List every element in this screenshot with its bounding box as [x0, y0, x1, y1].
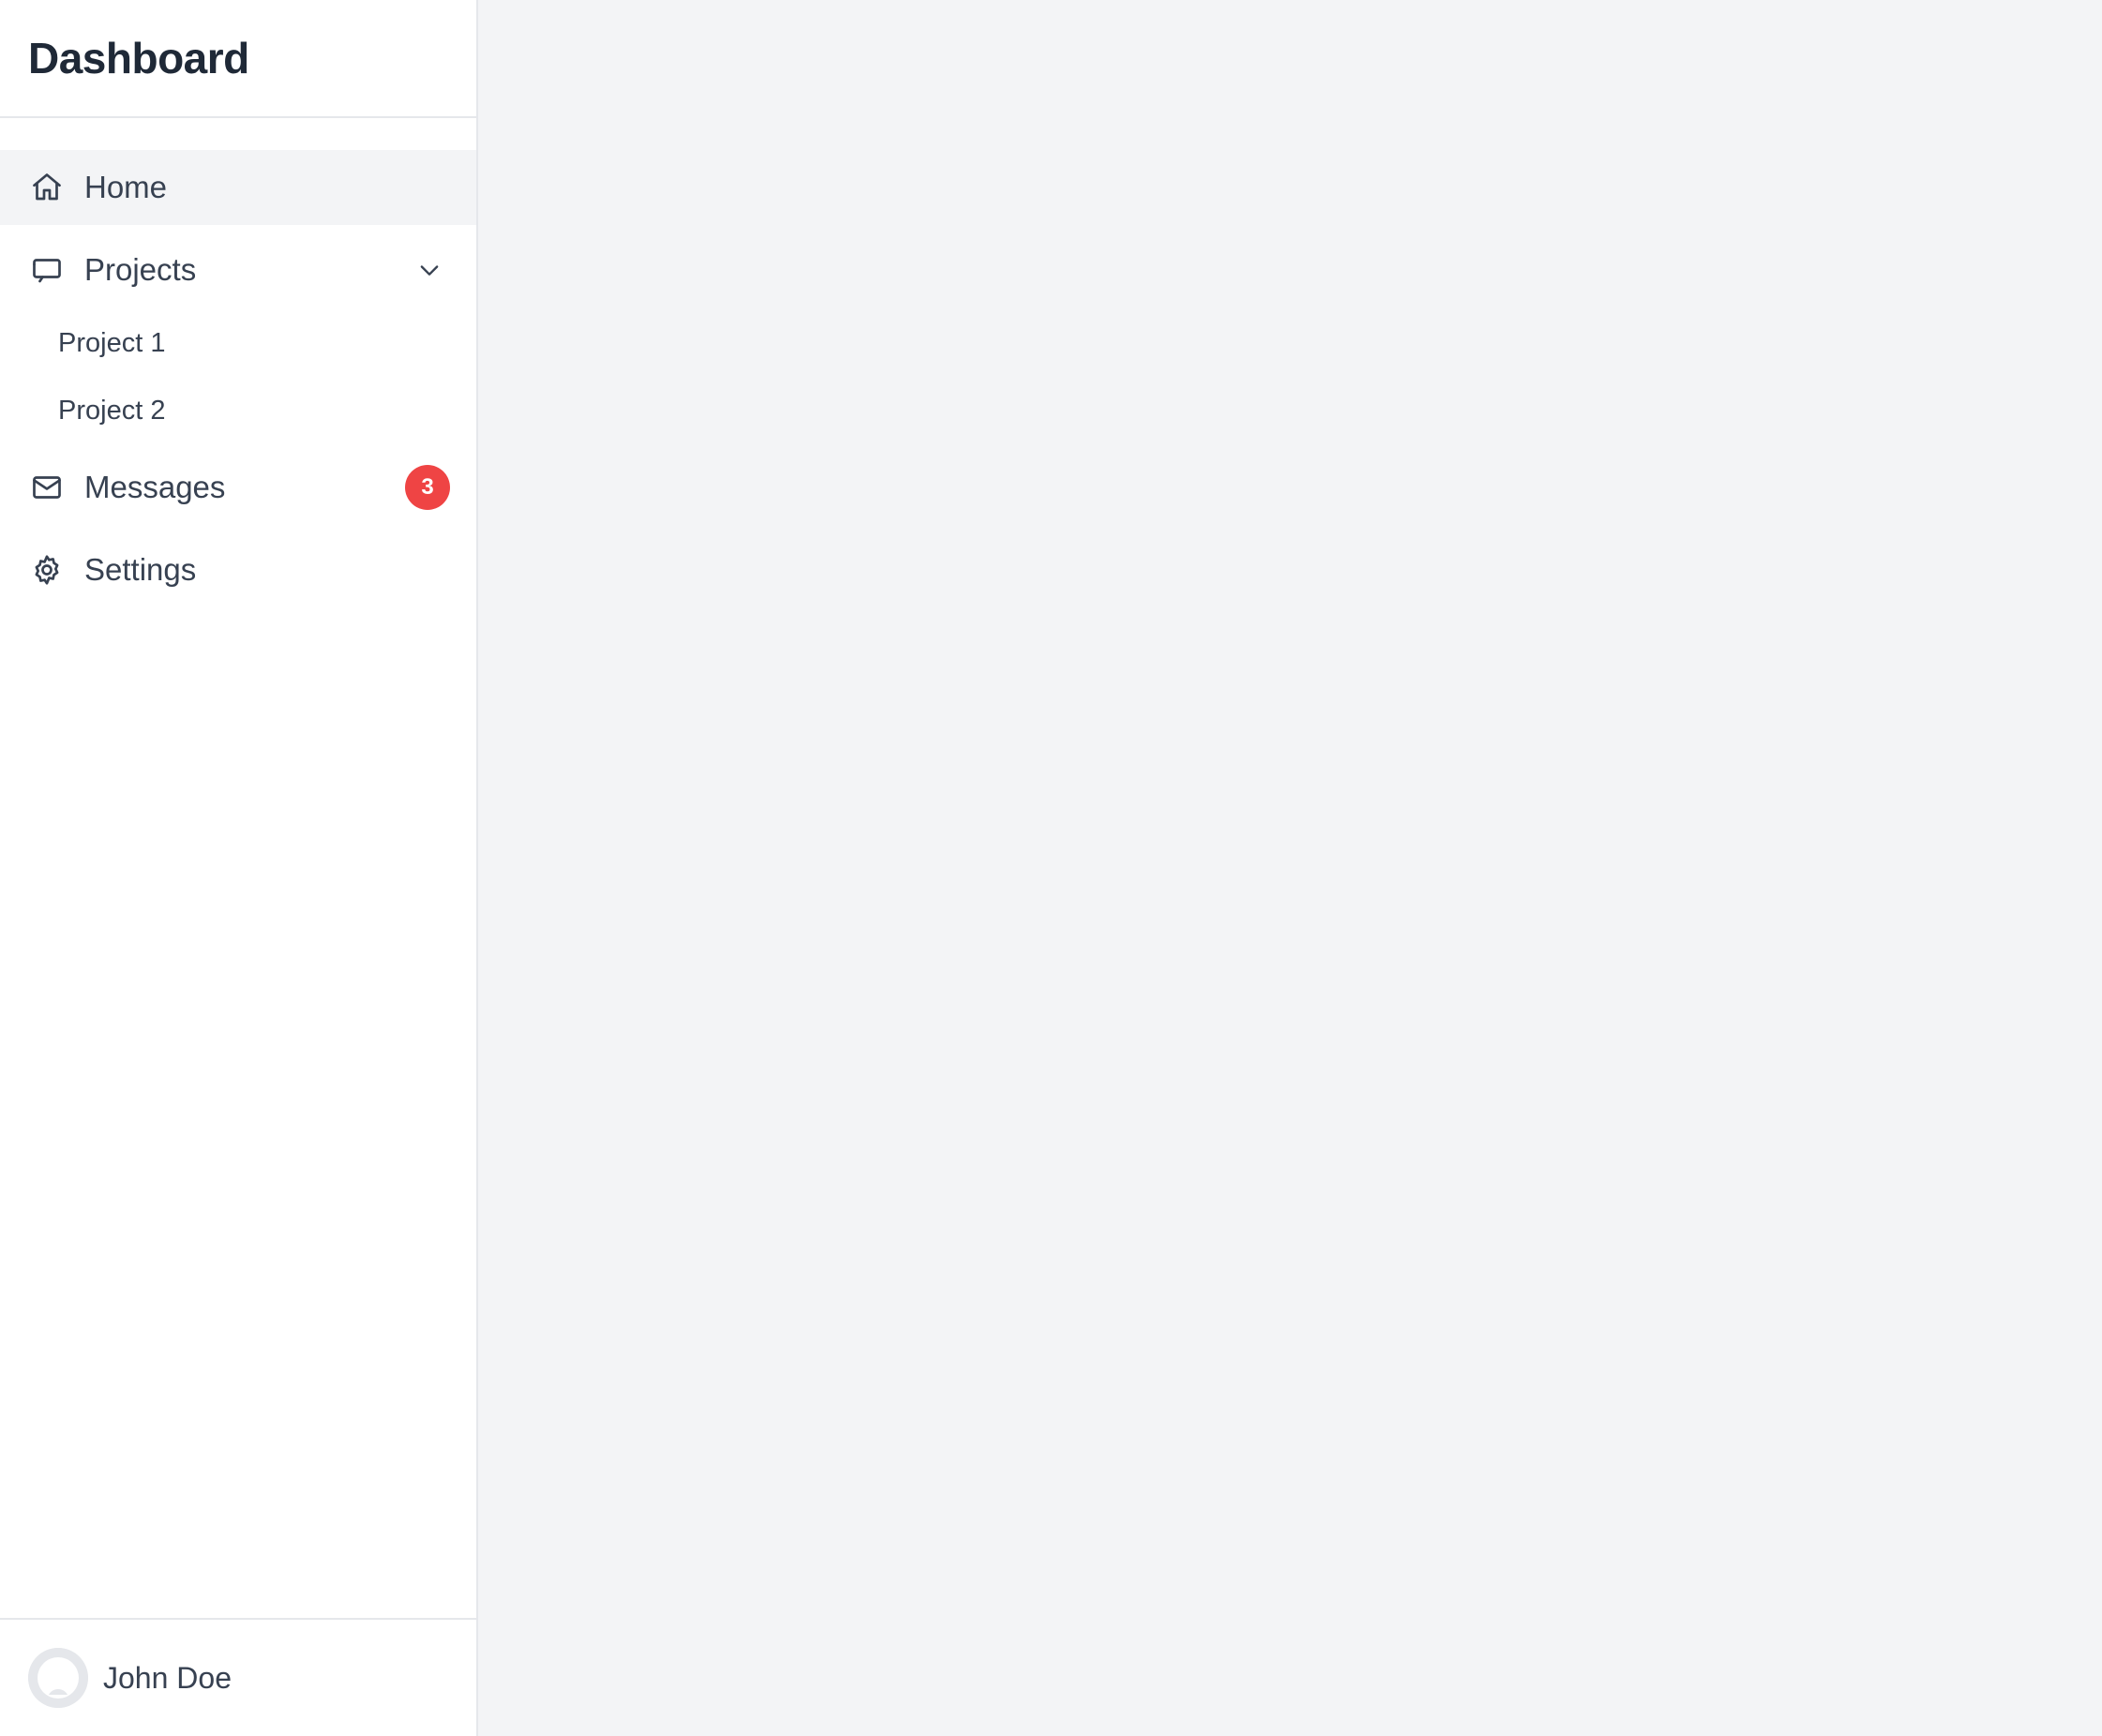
app-root: Dashboard Home Projects Project 1 Projec…	[0, 0, 2102, 1736]
main-content	[478, 0, 2102, 1736]
projects-submenu: Project 1 Project 2	[0, 309, 476, 444]
monitor-icon	[30, 253, 64, 287]
sidebar-item-label: Projects	[84, 252, 197, 287]
chevron-down-icon[interactable]	[416, 257, 443, 283]
sidebar-subitem-project-2[interactable]: Project 2	[0, 377, 476, 444]
sidebar-nav: Home Projects Project 1 Project 2 Messag…	[0, 118, 476, 607]
avatar-placeholder-icon	[28, 1648, 88, 1708]
sidebar-subitem-project-1[interactable]: Project 1	[0, 309, 476, 377]
user-name: John Doe	[103, 1660, 232, 1695]
sidebar-item-messages[interactable]: Messages 3	[0, 450, 476, 525]
gear-icon	[30, 553, 64, 587]
sidebar-item-label: Settings	[84, 552, 197, 587]
sidebar-item-projects[interactable]: Projects	[0, 232, 476, 307]
messages-badge: 3	[405, 465, 450, 510]
mail-icon	[30, 471, 64, 504]
sidebar-item-settings[interactable]: Settings	[0, 532, 476, 607]
sidebar-item-home[interactable]: Home	[0, 150, 476, 225]
avatar[interactable]	[28, 1648, 88, 1708]
user-profile[interactable]: John Doe	[0, 1618, 476, 1736]
home-icon	[30, 171, 64, 204]
sidebar-item-label: Messages	[84, 470, 226, 504]
app-title: Dashboard	[28, 34, 249, 82]
sidebar: Dashboard Home Projects Project 1 Projec…	[0, 0, 478, 1736]
sidebar-header: Dashboard	[0, 0, 476, 118]
sidebar-item-label: Home	[84, 170, 168, 204]
